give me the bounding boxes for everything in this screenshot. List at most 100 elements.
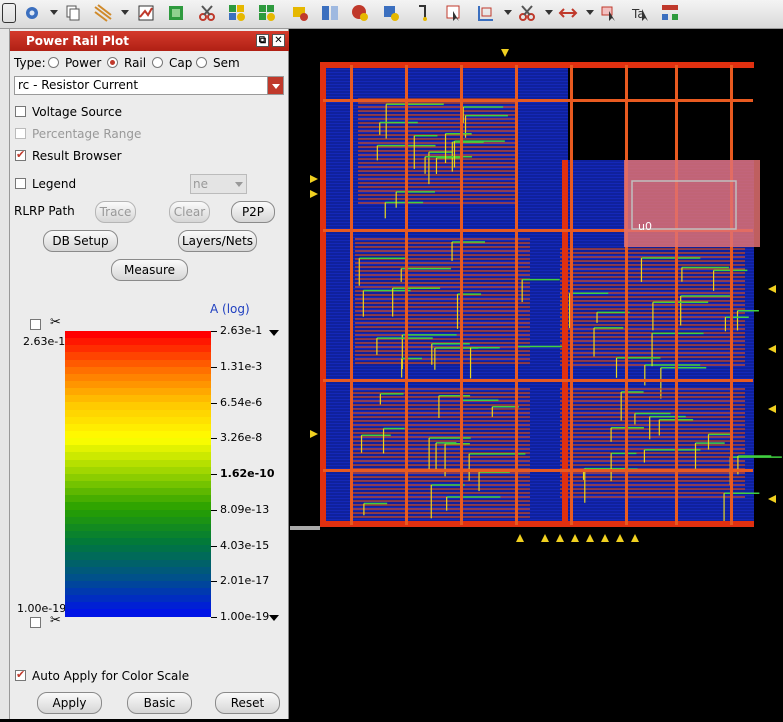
color-scale-bar[interactable] (65, 331, 211, 617)
scale-band (65, 602, 211, 610)
app-menu-icon[interactable] (2, 3, 16, 23)
select-icon[interactable] (444, 3, 464, 23)
result-browser-checkbox[interactable] (15, 148, 26, 161)
instance-highlight (624, 160, 760, 247)
legend-position-select[interactable]: ne (190, 174, 247, 194)
percentage-range-checkbox[interactable] (15, 128, 26, 139)
radio-rail[interactable] (107, 57, 118, 68)
pointer-text-icon[interactable]: Ta (631, 3, 651, 23)
scale-band (65, 502, 211, 510)
apply-button[interactable]: Apply (37, 692, 102, 714)
layout-canvas[interactable]: u0 (290, 29, 783, 719)
scissors-bottom-icon[interactable]: ✂ (50, 613, 61, 628)
radio-cap-label: Cap (169, 56, 193, 70)
scale-band (65, 595, 211, 603)
io-pin-marker (586, 534, 594, 542)
scale-band (65, 345, 211, 353)
scissors-top-icon[interactable]: ✂ (50, 315, 61, 330)
scale-band (65, 331, 211, 339)
power-ring (320, 62, 326, 527)
chevron-down-icon[interactable] (545, 10, 553, 15)
flip-icon[interactable] (558, 3, 578, 23)
scale-top-marker-icon[interactable] (269, 330, 279, 336)
probe-icon[interactable] (381, 3, 401, 23)
legend-checkbox[interactable] (15, 178, 26, 189)
chevron-down-icon[interactable] (586, 10, 594, 15)
scale-band (65, 466, 211, 474)
scale-tick-label: 1.31e-3 (220, 359, 263, 373)
scale-band (65, 573, 211, 581)
auto-apply-checkbox[interactable] (15, 668, 26, 681)
clip-top-checkbox[interactable] (30, 319, 41, 330)
db-setup-button[interactable]: DB Setup (43, 230, 118, 252)
scale-top-left-value: 2.63e-1 (23, 335, 66, 348)
scale-band (65, 480, 211, 489)
basic-button[interactable]: Basic (127, 692, 192, 714)
reset-button[interactable]: Reset (215, 692, 280, 714)
scale-band (65, 516, 211, 524)
zoom-box-icon[interactable] (476, 3, 496, 23)
add-cells-icon[interactable] (227, 3, 247, 23)
io-pin-marker (768, 285, 776, 293)
scale-band (65, 352, 211, 360)
highlight-icon[interactable] (290, 3, 310, 23)
io-pin-marker (768, 405, 776, 413)
hierarchy-icon[interactable] (660, 3, 680, 23)
type-label: Type: (14, 56, 46, 70)
scale-marker (290, 526, 320, 530)
add-cells-2-icon[interactable] (257, 3, 277, 23)
auto-apply-label: Auto Apply for Color Scale (32, 669, 190, 683)
main-toolbar: Ta (0, 0, 783, 29)
radio-sem-label: Sem (213, 56, 240, 70)
scale-band (65, 566, 211, 574)
trace-button[interactable]: Trace (95, 201, 136, 223)
clear-button[interactable]: Clear (169, 201, 210, 223)
plot-icon[interactable] (136, 3, 156, 23)
layers-nets-button[interactable]: Layers/Nets (178, 230, 257, 252)
radio-sem[interactable] (196, 57, 207, 68)
left-dock-strip (0, 29, 10, 719)
voltage-source-checkbox[interactable] (15, 106, 26, 117)
layers-icon[interactable] (166, 3, 186, 23)
result-type-select[interactable]: rc - Resistor Current (14, 76, 284, 95)
scale-band (65, 380, 211, 389)
stop-icon[interactable] (350, 3, 370, 23)
clip-bottom-checkbox[interactable] (30, 617, 41, 628)
radio-power[interactable] (48, 57, 59, 68)
scale-band (65, 452, 211, 460)
gear-icon[interactable] (22, 3, 42, 23)
vertical-rail (570, 65, 573, 525)
power-rail-layout[interactable] (290, 29, 783, 719)
scale-bottom-marker-icon[interactable] (269, 615, 279, 621)
vertical-rail (350, 65, 353, 525)
scale-tick-mark (211, 617, 217, 618)
cut-2-icon[interactable] (517, 3, 537, 23)
scale-tick-label: 8.09e-13 (220, 502, 270, 516)
chevron-down-icon[interactable] (504, 10, 512, 15)
scale-tick-label: 3.26e-8 (220, 431, 263, 445)
p2p-button[interactable]: P2P (231, 201, 275, 223)
radio-cap[interactable] (152, 57, 163, 68)
chevron-down-icon[interactable] (267, 77, 283, 94)
scale-tick-mark (211, 545, 217, 547)
close-icon[interactable]: ✕ (272, 34, 285, 47)
vertical-rail (515, 65, 518, 525)
vertical-rail (460, 65, 463, 525)
chevron-down-icon[interactable] (50, 10, 58, 15)
chevron-down-icon[interactable] (121, 10, 129, 15)
float-icon[interactable]: ⧉ (256, 34, 269, 47)
cut-icon[interactable] (197, 3, 217, 23)
pointer-icon[interactable] (600, 3, 620, 23)
io-pin-marker (768, 495, 776, 503)
io-pin-marker (768, 345, 776, 353)
measure-button[interactable]: Measure (111, 259, 188, 281)
scale-band (65, 530, 211, 539)
scale-tick-label: 1.62e-10 (220, 467, 275, 480)
compare-icon[interactable] (320, 3, 340, 23)
copy-icon[interactable] (63, 3, 83, 23)
scale-band (65, 459, 211, 467)
route-icon[interactable] (414, 3, 434, 23)
scale-tick-label: 2.63e-1 (220, 324, 263, 337)
wires-icon[interactable] (93, 3, 113, 23)
io-pin-marker (310, 175, 318, 183)
